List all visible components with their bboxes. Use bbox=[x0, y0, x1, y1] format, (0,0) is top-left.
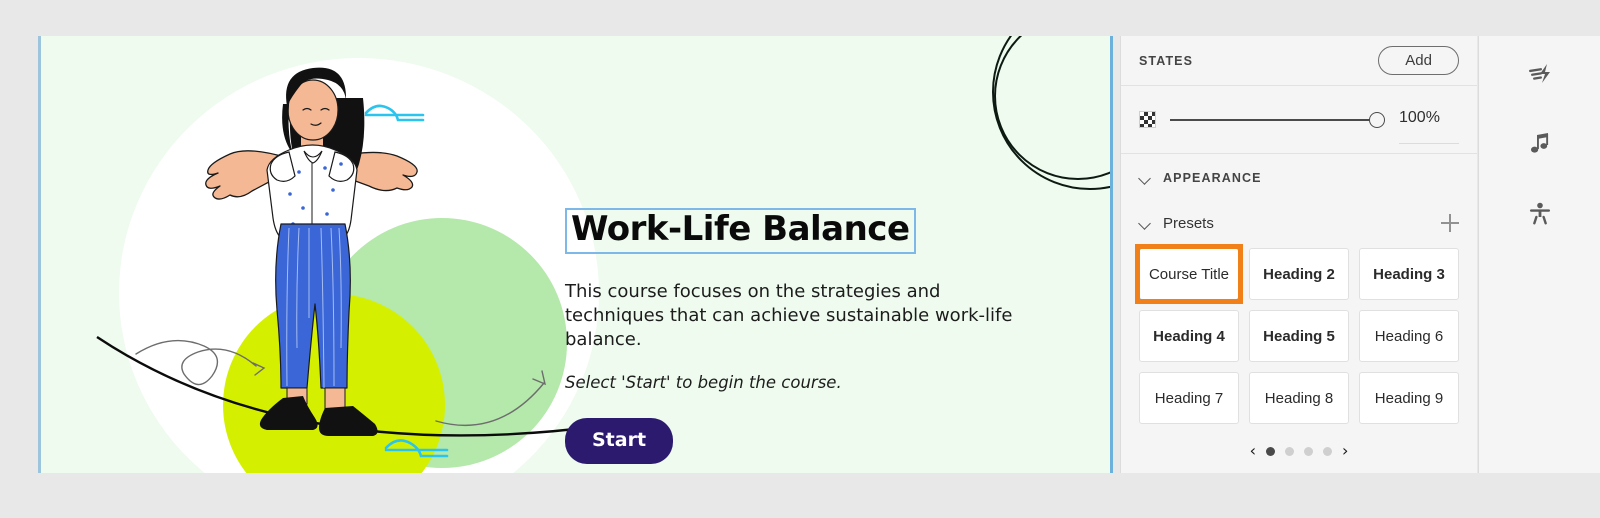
start-button[interactable]: Start bbox=[565, 417, 674, 464]
pagination-dot-4[interactable] bbox=[1323, 446, 1332, 456]
accessibility-person-icon[interactable] bbox=[1520, 194, 1560, 234]
preset-cell: Heading 8 bbox=[1249, 372, 1349, 424]
opacity-slider-thumb[interactable] bbox=[1369, 111, 1385, 128]
preset-card-heading-8[interactable]: Heading 8 bbox=[1249, 372, 1349, 424]
tightrope-walker-illustration bbox=[96, 67, 601, 458]
decorative-arc-inner bbox=[992, 36, 1110, 190]
preset-card-heading-4[interactable]: Heading 4 bbox=[1139, 310, 1239, 362]
preset-cell: Heading 5 bbox=[1249, 310, 1349, 362]
chevron-down-icon bbox=[1139, 172, 1151, 184]
preset-cell: Course Title bbox=[1135, 244, 1243, 304]
slide-body-text[interactable]: This course focuses on the strategies an… bbox=[565, 280, 1035, 353]
pagination-dot-2[interactable] bbox=[1285, 446, 1294, 456]
opacity-slider[interactable] bbox=[1170, 110, 1385, 130]
presets-section-header[interactable]: Presets bbox=[1121, 202, 1477, 244]
preset-cell: Heading 4 bbox=[1139, 310, 1239, 362]
preset-cell: Heading 7 bbox=[1139, 372, 1239, 424]
course-slide: Work-Life Balance This course focuses on… bbox=[41, 36, 1110, 473]
appearance-section-header[interactable]: APPEARANCE bbox=[1121, 154, 1477, 202]
states-section-header: STATES Add bbox=[1121, 36, 1477, 86]
preset-cell: Heading 2 bbox=[1249, 248, 1349, 300]
app-screen: Work-Life Balance This course focuses on… bbox=[0, 0, 1600, 518]
slide-title[interactable]: Work-Life Balance bbox=[571, 211, 910, 248]
slide-title-selection-box[interactable]: Work-Life Balance bbox=[565, 208, 916, 254]
slide-text-block: Work-Life Balance This course focuses on… bbox=[565, 208, 1085, 464]
preset-cell: Heading 3 bbox=[1359, 248, 1459, 300]
preset-card-heading-5[interactable]: Heading 5 bbox=[1249, 310, 1349, 362]
preset-card-heading-7[interactable]: Heading 7 bbox=[1139, 372, 1239, 424]
preset-card-heading-3[interactable]: Heading 3 bbox=[1359, 248, 1459, 300]
pagination-dot-3[interactable] bbox=[1304, 446, 1313, 456]
preset-card-course-title[interactable]: Course Title bbox=[1139, 248, 1239, 300]
preset-card-heading-2[interactable]: Heading 2 bbox=[1249, 248, 1349, 300]
opacity-value[interactable]: 100% bbox=[1399, 109, 1459, 144]
pagination-prev-icon[interactable]: ‹ bbox=[1250, 443, 1256, 459]
preset-cell: Heading 6 bbox=[1359, 310, 1459, 362]
opacity-control-row: 100% bbox=[1121, 86, 1477, 154]
preset-cell: Heading 9 bbox=[1359, 372, 1459, 424]
presets-label: Presets bbox=[1163, 214, 1214, 232]
audio-music-note-icon[interactable] bbox=[1520, 124, 1560, 164]
chevron-down-icon bbox=[1139, 217, 1151, 229]
animation-motion-icon[interactable] bbox=[1520, 54, 1560, 94]
states-label: STATES bbox=[1139, 53, 1194, 68]
preset-card-heading-9[interactable]: Heading 9 bbox=[1359, 372, 1459, 424]
appearance-label: APPEARANCE bbox=[1163, 171, 1262, 185]
presets-grid: Course Title Heading 2 Heading 3 Heading… bbox=[1121, 244, 1477, 424]
pagination-next-icon[interactable]: › bbox=[1342, 443, 1348, 459]
checkerboard-transparency-icon bbox=[1139, 111, 1156, 128]
preset-card-heading-6[interactable]: Heading 6 bbox=[1359, 310, 1459, 362]
right-icon-rail bbox=[1478, 36, 1600, 473]
presets-pagination: ‹ › bbox=[1121, 440, 1477, 462]
properties-panel: STATES Add 100% APPEARANCE Presets Cours… bbox=[1120, 36, 1477, 473]
opacity-slider-track[interactable] bbox=[1170, 118, 1371, 121]
pagination-dot-1[interactable] bbox=[1266, 446, 1275, 456]
slide-canvas[interactable]: Work-Life Balance This course focuses on… bbox=[38, 36, 1113, 473]
slide-note-text[interactable]: Select 'Start' to begin the course. bbox=[565, 373, 1085, 392]
add-state-button[interactable]: Add bbox=[1378, 46, 1459, 75]
add-preset-plus-icon[interactable] bbox=[1441, 214, 1459, 232]
